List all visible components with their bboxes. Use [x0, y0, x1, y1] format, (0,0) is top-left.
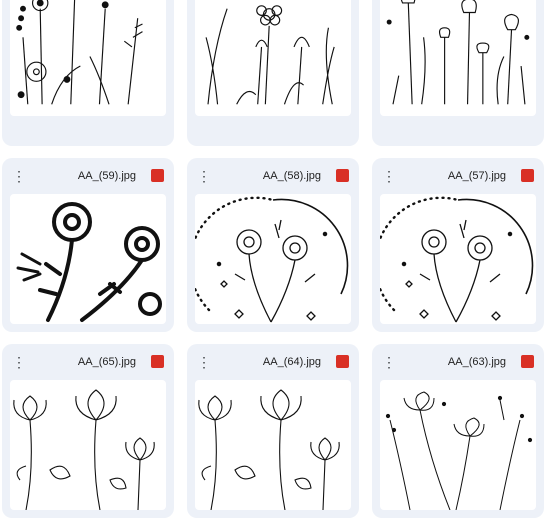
- file-thumbnail[interactable]: [380, 0, 536, 116]
- file-name: AA_(63).jpg: [447, 356, 506, 368]
- file-card[interactable]: ⋮ AA_(65).jpg: [2, 344, 174, 518]
- delicate-wildflower-art: [385, 391, 533, 510]
- circle-flower-art: [380, 196, 534, 323]
- vertical-dots-icon[interactable]: ⋮: [12, 167, 26, 185]
- bold-blossom-art: [16, 202, 162, 322]
- file-thumbnail[interactable]: [10, 194, 166, 324]
- file-thumbnail[interactable]: [380, 194, 536, 324]
- file-card[interactable]: ⋮ AA_(59).jpg: [2, 158, 174, 332]
- image-file-icon: [151, 355, 164, 368]
- image-file-icon: [521, 169, 534, 182]
- file-thumbnail[interactable]: [10, 0, 166, 116]
- file-thumbnail[interactable]: [195, 380, 351, 510]
- file-card-header: ⋮ AA_(57).jpg: [372, 158, 544, 194]
- detailed-flower-art: [198, 389, 340, 510]
- file-name: AA_(58).jpg: [262, 170, 321, 182]
- image-file-icon: [521, 355, 534, 368]
- file-card-header: ⋮ AA_(64).jpg: [187, 344, 359, 380]
- detailed-flower-art: [13, 389, 155, 510]
- wildflower-art: [16, 0, 143, 105]
- vertical-dots-icon[interactable]: ⋮: [382, 167, 396, 185]
- wildflower-art: [205, 5, 335, 105]
- vertical-dots-icon[interactable]: ⋮: [197, 167, 211, 185]
- file-card[interactable]: [2, 0, 174, 146]
- file-card[interactable]: ⋮ AA_(58).jpg: [187, 158, 359, 332]
- image-file-icon: [336, 169, 349, 182]
- file-thumbnail[interactable]: [195, 194, 351, 324]
- file-thumbnail[interactable]: [10, 380, 166, 510]
- tulip-art: [386, 0, 530, 105]
- file-card[interactable]: ⋮ AA_(64).jpg: [187, 344, 359, 518]
- file-name: AA_(64).jpg: [262, 356, 321, 368]
- file-name: AA_(59).jpg: [77, 170, 136, 182]
- file-name: AA_(57).jpg: [447, 170, 506, 182]
- vertical-dots-icon[interactable]: ⋮: [197, 353, 211, 371]
- file-card[interactable]: [187, 0, 359, 146]
- file-card-header: ⋮ AA_(63).jpg: [372, 344, 544, 380]
- file-card-header: ⋮ AA_(65).jpg: [2, 344, 174, 380]
- vertical-dots-icon[interactable]: ⋮: [12, 353, 26, 371]
- file-card[interactable]: ⋮ AA_(57).jpg: [372, 158, 544, 332]
- file-card[interactable]: [372, 0, 544, 146]
- file-card-header: ⋮ AA_(58).jpg: [187, 158, 359, 194]
- circle-flower-art: [195, 196, 349, 323]
- file-card[interactable]: ⋮ AA_(63).jpg: [372, 344, 544, 518]
- file-thumbnail[interactable]: [195, 0, 351, 116]
- file-thumbnail[interactable]: [380, 380, 536, 510]
- file-name: AA_(65).jpg: [77, 356, 136, 368]
- file-card-header: ⋮ AA_(59).jpg: [2, 158, 174, 194]
- vertical-dots-icon[interactable]: ⋮: [382, 353, 396, 371]
- image-file-icon: [336, 355, 349, 368]
- image-file-icon: [151, 169, 164, 182]
